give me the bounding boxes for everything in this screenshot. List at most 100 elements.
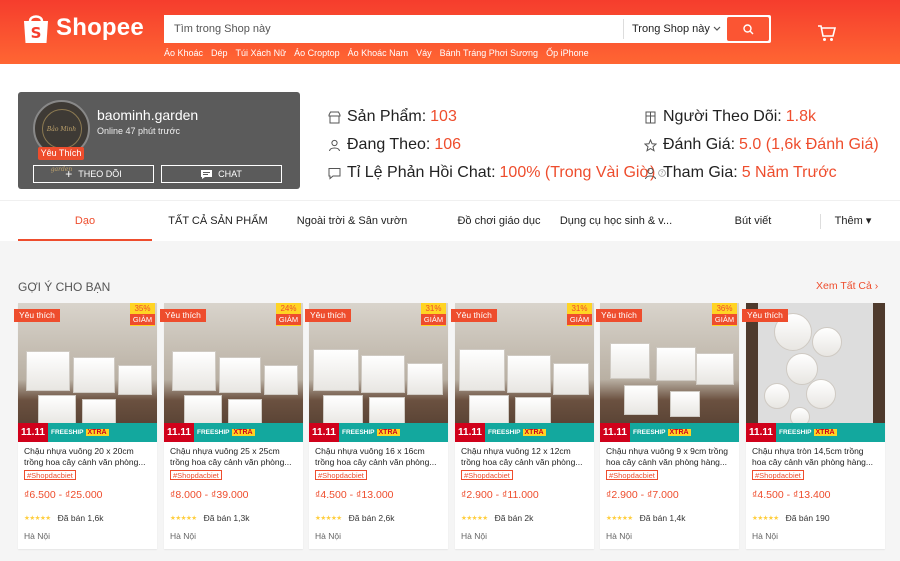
xtra-label: XTRA [522,429,546,436]
discount-label: GIẢM [712,314,737,325]
product-rating: ★★★★★ Đã bán 190 [752,513,830,523]
product-photo-pot [82,399,116,425]
keyword-link[interactable]: Dép [211,48,228,58]
product-name[interactable]: Chậu nhựa vuông 9 x 9cm trồng hoa cây cả… [606,446,734,468]
product-location: Hà Nội [752,531,778,541]
header: S Shopee Trong Shop này Áo Khoác Dép Túi… [0,0,900,64]
shopping-bag-icon: S [24,15,48,43]
stat-value: 5.0 (1,6k Đánh Giá) [739,136,879,153]
keyword-link[interactable]: Ốp iPhone [546,48,589,58]
stat-label: Người Theo Dõi: [663,108,782,125]
favorite-tag: Yêu thích [742,309,788,322]
user-icon [329,139,340,151]
chat-button[interactable]: CHAT [161,165,282,183]
xtra-label: XTRA [376,429,400,436]
product-photo-pot [806,379,836,409]
search-bar: Trong Shop này [164,15,771,43]
product-photo-pot [670,391,700,417]
search-scope-select[interactable]: Trong Shop này [623,19,727,39]
product-price: ₫2.900 - ₫7.000 [606,489,679,501]
product-photo-pot [696,353,734,385]
trending-keywords: Áo Khoác Dép Túi Xách Nữ Áo Croptop Áo K… [164,48,589,58]
tab-more[interactable]: Thêm ▾ [826,201,880,241]
promo-banner: 11.11 FREESHIP XTRA [164,423,303,442]
section-title: GỢI Ý CHO BẠN [18,280,111,294]
keyword-link[interactable]: Áo Khoác [164,48,203,58]
tab-school-supplies[interactable]: Dụng cụ học sinh & v... [554,201,678,241]
follow-button[interactable]: + THEO DÕI [33,165,154,183]
shopee-logo[interactable]: S Shopee [22,12,144,44]
product-photo-pot [219,357,261,393]
product-card[interactable]: Yêu thích 31% GIẢM 11.11 FREESHIP XTRA Ch… [451,303,594,549]
stat-following: Đang Theo: 106 [328,136,461,154]
product-price: ₫6.500 - ₫25.000 [24,489,103,501]
tab-all-products[interactable]: TẤT CẢ SẢN PHẨM [160,201,276,241]
product-name[interactable]: Chậu nhựa vuông 16 x 16cm trồng hoa cây … [315,446,443,468]
stat-value: 5 Năm Trước [741,164,837,181]
promo-1111-label: 11.11 [749,427,773,438]
product-photo-pot [184,395,222,425]
keyword-link[interactable]: Túi Xách Nữ [236,48,287,58]
discount-badge: 31% GIẢM [567,303,592,326]
search-input[interactable] [164,15,623,43]
product-photo-pot [26,351,70,391]
tab-educational-toys[interactable]: Đồ chơi giáo dục [432,201,566,241]
store-icon [328,111,341,123]
cart-icon[interactable] [817,24,837,42]
product-card[interactable]: Yêu thích 35% GIẢM 11.11 FREESHIP XTRA Ch… [14,303,157,549]
product-card[interactable]: Yêu thích 36% GIẢM 11.11 FREESHIP XTRA Ch… [596,303,739,549]
product-image[interactable] [746,303,885,442]
product-card[interactable]: Yêu thích 11.11 FREESHIP XTRA Chậu nhựa … [742,303,885,549]
stat-value: 1.8k [785,108,816,125]
see-all-link[interactable]: Xem Tất Cả › [816,280,878,292]
product-hashtag: #Shopdacbiet [752,470,804,480]
keyword-link[interactable]: Áo Khoác Nam [348,48,409,58]
keyword-link[interactable]: Áo Croptop [294,48,340,58]
discount-badge: 35% GIẢM [130,303,155,326]
promo-1111-label: 11.11 [167,427,191,438]
online-status: Online 47 phút trước [97,126,180,136]
discount-label: GIẢM [567,314,592,325]
product-photo-pot [812,327,842,357]
product-hashtag: #Shopdacbiet [170,470,222,480]
promo-banner: 11.11 FREESHIP XTRA [18,423,157,442]
stat-label: Tỉ Lệ Phản Hồi Chat: [347,164,496,181]
tab-pens[interactable]: Bút viết [720,201,786,241]
product-card[interactable]: Yêu thích 31% GIẢM 11.11 FREESHIP XTRA Ch… [305,303,448,549]
stat-label: Đang Theo: [347,136,431,153]
chevron-right-icon: › [874,280,879,292]
plus-icon: + [65,166,73,181]
product-card[interactable]: Yêu thích 24% GIẢM 11.11 FREESHIP XTRA Ch… [160,303,303,549]
keyword-link[interactable]: Bánh Tráng Phơi Sương [440,48,538,58]
product-hashtag: #Shopdacbiet [24,470,76,480]
stat-products: Sản Phẩm: 103 [328,108,457,126]
stat-followers: Người Theo Dõi: 1.8k [644,108,816,126]
discount-value: 36% [716,304,733,313]
product-photo-pot [656,347,696,381]
product-photo-pot [264,365,298,395]
discount-badge: 36% GIẢM [712,303,737,326]
discount-value: 35% [134,304,151,313]
product-price: ₫4.500 - ₫13.000 [315,489,394,501]
product-hashtag: #Shopdacbiet [606,470,658,480]
discount-label: GIẢM [421,314,446,325]
product-name[interactable]: Chậu nhựa vuông 25 x 25cm trồng hoa cây … [170,446,298,468]
product-photo-pot [313,349,359,391]
chat-bubble-icon [328,167,341,180]
product-name[interactable]: Chậu nhựa vuông 20 x 20cm trồng hoa cây … [24,446,152,468]
freeship-label: FREESHIP [197,429,230,436]
product-rating: ★★★★★ Đã bán 1,3k [170,513,249,523]
xtra-label: XTRA [813,429,837,436]
product-name[interactable]: Chậu nhựa vuông 12 x 12cm trồng hoa cây … [461,446,589,468]
promo-banner: 11.11 FREESHIP XTRA [746,423,885,442]
product-rating: ★★★★★ Đã bán 2,6k [315,513,394,523]
logo-text: Shopee [56,14,144,41]
search-button[interactable] [727,17,769,41]
product-hashtag: #Shopdacbiet [315,470,367,480]
tab-dao[interactable]: Dạo [18,201,152,241]
keyword-link[interactable]: Váy [416,48,432,58]
tab-outdoor-garden[interactable]: Ngoài trời & Sân vườn [288,201,416,241]
chevron-down-icon [713,26,721,31]
shop-card: Bảo Minh garden Yêu Thích baominh.garden… [18,92,300,189]
product-name[interactable]: Chậu nhựa tròn 14,5cm trồng hoa cây cảnh… [752,446,880,468]
